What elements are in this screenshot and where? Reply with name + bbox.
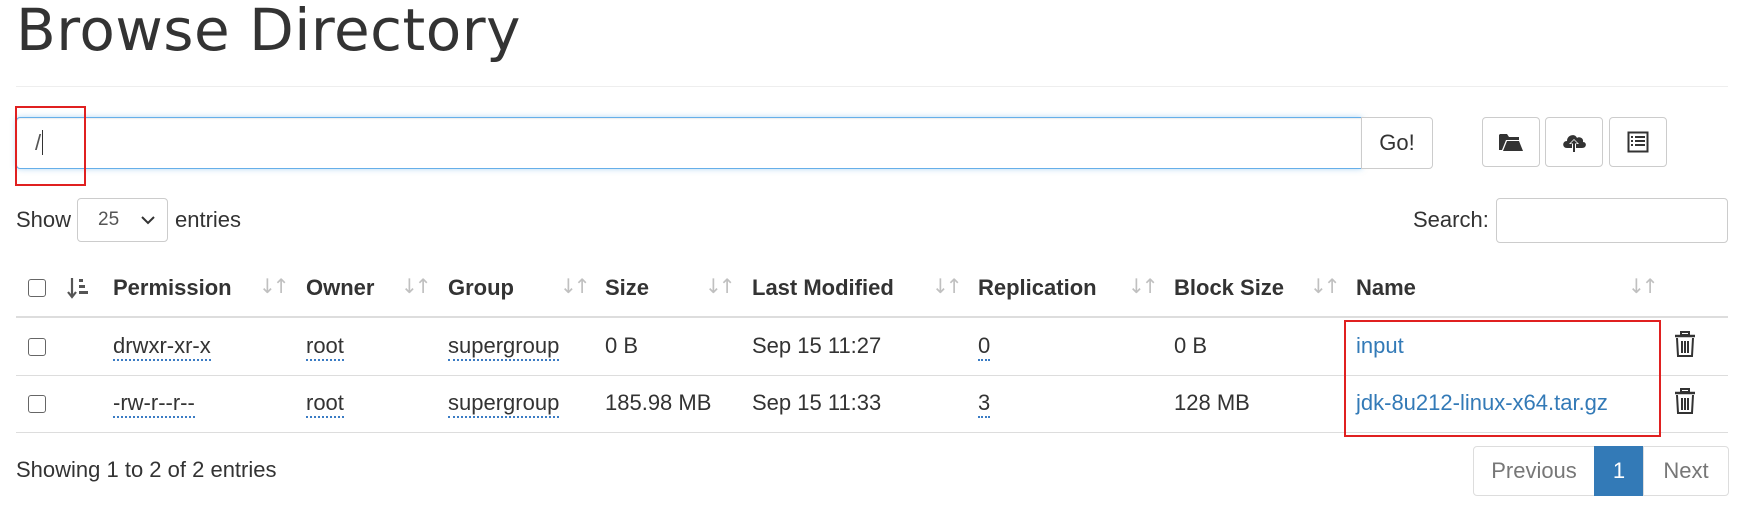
- sort-icon[interactable]: ↓↑: [705, 274, 735, 298]
- trash-icon[interactable]: [1674, 388, 1696, 414]
- sort-icon[interactable]: ↓↑: [1310, 274, 1340, 298]
- replication-cell[interactable]: 0: [978, 333, 991, 361]
- owner-cell[interactable]: root: [306, 333, 344, 361]
- page-title: Browse Directory: [16, 0, 521, 64]
- chevron-down-icon: [141, 216, 155, 225]
- create-directory-button[interactable]: [1482, 117, 1540, 167]
- size-cell: 0 B: [605, 333, 639, 358]
- entries-label: entries: [175, 207, 242, 232]
- last-modified-cell: Sep 15 11:27: [752, 333, 882, 358]
- sort-icon[interactable]: ↓↑: [1628, 274, 1658, 298]
- permission-cell[interactable]: -rw-r--r--: [113, 390, 195, 418]
- row-checkbox[interactable]: [28, 395, 46, 413]
- sort-icon[interactable]: ↓↑: [932, 274, 962, 298]
- replication-cell[interactable]: 3: [978, 390, 991, 418]
- text-caret: ​: [42, 130, 44, 155]
- search-input[interactable]: [1496, 198, 1728, 243]
- directory-path-input[interactable]: /​: [16, 117, 1362, 169]
- sort-icon[interactable]: ↓↑: [401, 274, 431, 298]
- owner-cell[interactable]: root: [306, 390, 344, 418]
- row-checkbox[interactable]: [28, 338, 46, 356]
- title-divider: [16, 86, 1728, 87]
- column-header-name[interactable]: Name: [1356, 275, 1416, 301]
- group-cell[interactable]: supergroup: [448, 390, 560, 418]
- sort-desc-icon[interactable]: [67, 276, 91, 300]
- entries-per-page-value: 25: [98, 209, 120, 230]
- column-header-replication[interactable]: Replication: [978, 275, 1097, 301]
- column-header-owner[interactable]: Owner: [306, 275, 374, 301]
- list-icon: [1627, 131, 1649, 153]
- size-cell: 185.98 MB: [605, 390, 712, 415]
- sort-icon[interactable]: ↓↑: [259, 274, 289, 298]
- column-header-group[interactable]: Group: [448, 275, 514, 301]
- pagination-next[interactable]: Next: [1643, 446, 1729, 496]
- directory-path-value: /: [35, 130, 42, 155]
- go-button[interactable]: Go!: [1361, 117, 1433, 169]
- column-header-permission[interactable]: Permission: [113, 275, 232, 301]
- folder-open-icon: [1499, 134, 1523, 151]
- pagination-page-1[interactable]: 1: [1594, 446, 1644, 496]
- search-label: Search:: [1413, 207, 1489, 232]
- column-header-block-size[interactable]: Block Size: [1174, 275, 1284, 301]
- select-all-checkbox[interactable]: [28, 279, 46, 297]
- sort-icon[interactable]: ↓↑: [560, 274, 590, 298]
- block-size-cell: 128 MB: [1174, 390, 1250, 415]
- entries-per-page-select[interactable]: 25: [77, 198, 168, 242]
- group-cell[interactable]: supergroup: [448, 333, 560, 361]
- file-name-link[interactable]: jdk-8u212-linux-x64.tar.gz: [1356, 390, 1608, 416]
- row-divider: [16, 432, 1728, 433]
- file-name-link[interactable]: input: [1356, 333, 1404, 359]
- permission-cell[interactable]: drwxr-xr-x: [113, 333, 211, 361]
- pagination-previous[interactable]: Previous: [1473, 446, 1595, 496]
- upload-files-button[interactable]: [1545, 117, 1603, 167]
- last-modified-cell: Sep 15 11:33: [752, 390, 882, 415]
- table-info: Showing 1 to 2 of 2 entries: [16, 457, 277, 482]
- sort-icon[interactable]: ↓↑: [1128, 274, 1158, 298]
- column-header-last-modified[interactable]: Last Modified: [752, 275, 894, 301]
- row-divider: [16, 375, 1728, 376]
- table-header-divider: [16, 316, 1728, 318]
- cut-paste-list-button[interactable]: [1609, 117, 1667, 167]
- show-label: Show: [16, 207, 72, 232]
- column-header-size[interactable]: Size: [605, 275, 649, 301]
- cloud-upload-icon: [1563, 135, 1586, 152]
- block-size-cell: 0 B: [1174, 333, 1208, 358]
- trash-icon[interactable]: [1674, 331, 1696, 357]
